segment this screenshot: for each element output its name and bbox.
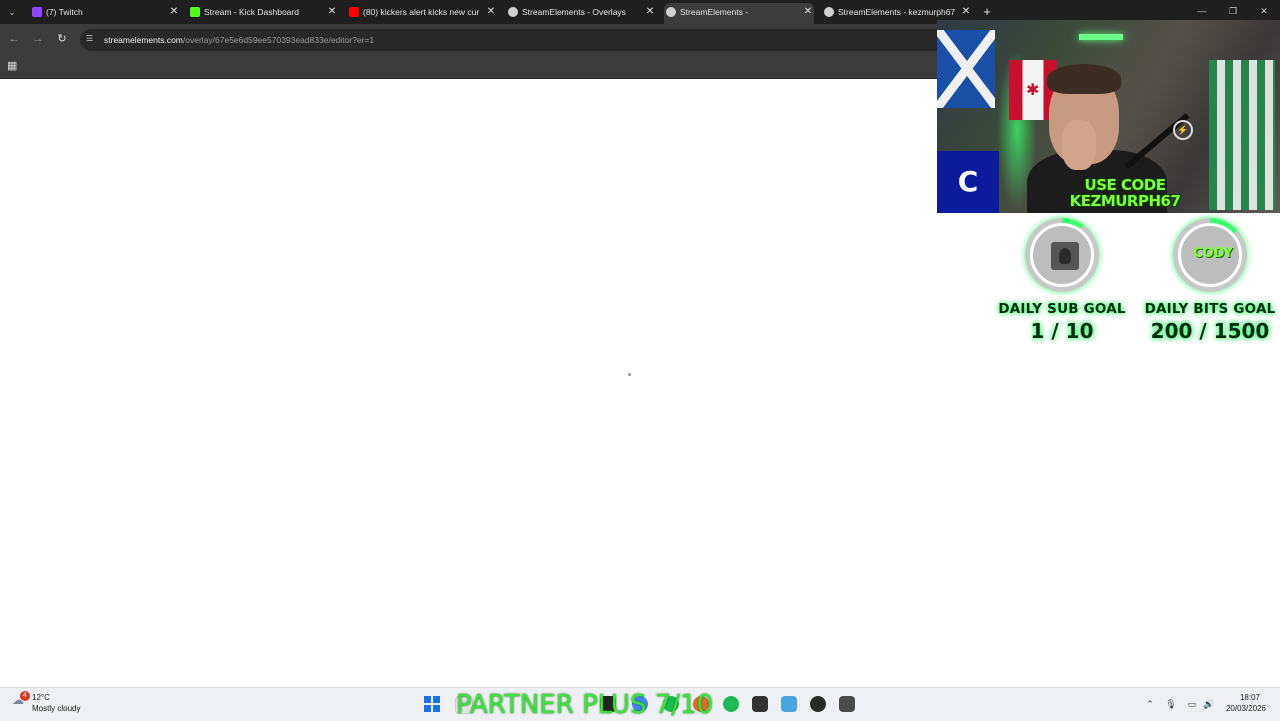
daily-sub-goal-widget: DAILY SUB GOAL 1 / 10 xyxy=(992,218,1132,343)
webcam-feed: ⚡ C USE CODE KEZMURPH67 xyxy=(937,20,1280,213)
weather-temperature[interactable]: 12°C xyxy=(32,693,50,702)
tab-title: (80) kickers alert kicks new cur xyxy=(363,7,480,17)
sub-goal-progress-ring xyxy=(1025,218,1099,292)
streamer-hair xyxy=(1047,64,1121,94)
restore-icon[interactable]: ❐ xyxy=(1226,4,1240,18)
weather-badge: 4 xyxy=(20,691,30,701)
streamer-hand xyxy=(1062,120,1096,170)
tab-streamelements-overlays[interactable]: StreamElements - Overlays ✕ xyxy=(506,3,656,21)
tab-title: Stream - Kick Dashboard xyxy=(204,7,299,17)
tab-close-icon[interactable]: ✕ xyxy=(326,3,338,21)
promo-line-1: USE CODE xyxy=(1084,176,1166,194)
weather-condition[interactable]: Mostly cloudy xyxy=(32,704,80,713)
tab-twitch[interactable]: (7) Twitch ✕ xyxy=(30,3,180,21)
tab-streamelements-active[interactable]: StreamElements - ✕ xyxy=(664,3,814,24)
tab-close-icon[interactable]: ✕ xyxy=(960,3,972,21)
celtic-jersey xyxy=(1209,60,1275,210)
sub-goal-image xyxy=(1030,223,1094,287)
streamelements-favicon-icon xyxy=(666,7,676,17)
youtube-favicon-icon xyxy=(349,7,359,17)
new-tab-plus-icon[interactable]: + xyxy=(981,4,993,20)
tab-close-icon[interactable]: ✕ xyxy=(168,3,180,21)
scotland-flag xyxy=(937,30,995,108)
bits-goal-logo: CODY xyxy=(1193,246,1233,261)
kick-favicon-icon xyxy=(190,7,200,17)
bits-goal-image: CODY xyxy=(1178,223,1242,287)
tab-title: StreamElements - Overlays xyxy=(522,7,626,17)
daily-bits-goal-widget: CODY DAILY BITS GOAL 200 / 1500 xyxy=(1140,218,1280,343)
windows-start-icon[interactable] xyxy=(424,696,440,712)
promo-line-2: KEZMURPH67 xyxy=(1069,192,1181,210)
promo-code-text: USE CODE KEZMURPH67 xyxy=(1063,177,1187,209)
tab-close-icon[interactable]: ✕ xyxy=(802,3,814,21)
tab-search-chevron-icon[interactable]: ⌄ xyxy=(6,6,18,18)
twitch-favicon-icon xyxy=(32,7,42,17)
windows-taskbar: ☁ 4 12°C Mostly cloudy PARTNER PLUS 7/10… xyxy=(0,687,1280,721)
tab-title: StreamElements - kezmurph67 xyxy=(838,7,956,17)
close-window-icon[interactable]: ✕ xyxy=(1257,4,1271,18)
tab-streamelements-kezmurph67[interactable]: StreamElements - kezmurph67 ✕ xyxy=(822,3,972,21)
network-icon[interactable]: ▭ xyxy=(1186,697,1198,711)
tab-youtube[interactable]: (80) kickers alert kicks new cur ✕ xyxy=(347,3,497,21)
tab-kick-dashboard[interactable]: Stream - Kick Dashboard ✕ xyxy=(188,3,338,21)
clock-time[interactable]: 18:07 xyxy=(1220,693,1260,702)
url-path: /overlay/67e5e6d59ee570393ead833e/editor… xyxy=(182,35,375,45)
lightning-icon: ⚡ xyxy=(1173,120,1193,140)
neon-sign xyxy=(1079,34,1123,40)
site-info-icon[interactable]: ☰ xyxy=(86,34,96,44)
microphone-icon[interactable]: 🎙 xyxy=(1165,697,1177,711)
chevron-up-icon[interactable]: ⌃ xyxy=(1144,697,1156,711)
tab-title: (7) Twitch xyxy=(46,7,83,17)
app-icon[interactable] xyxy=(839,696,855,712)
forward-arrow-icon[interactable]: → xyxy=(31,32,45,46)
url-text[interactable]: streamelements.com/overlay/67e5e6d59ee57… xyxy=(104,29,374,51)
bits-goal-count: 200 / 1500 xyxy=(1150,319,1270,343)
channel-badge: C xyxy=(937,151,999,213)
clock-date[interactable]: 20/03/2026 xyxy=(1220,704,1266,713)
sub-goal-count: 1 / 10 xyxy=(1030,319,1094,343)
tab-close-icon[interactable]: ✕ xyxy=(644,3,656,21)
minimize-icon[interactable]: — xyxy=(1195,4,1209,18)
back-arrow-icon[interactable]: ← xyxy=(7,32,21,46)
loading-spinner-icon xyxy=(628,373,631,376)
streamer-thumbnail xyxy=(1051,242,1079,270)
partner-plus-banner: PARTNER PLUS 7/10 xyxy=(456,690,714,720)
streamlabs-app-icon[interactable] xyxy=(810,696,826,712)
bits-goal-progress-ring: CODY xyxy=(1173,218,1247,292)
url-host: streamelements.com xyxy=(104,35,183,45)
sub-goal-label: DAILY SUB GOAL xyxy=(998,301,1126,317)
apps-grid-icon[interactable]: ▦ xyxy=(7,60,19,72)
reload-icon[interactable]: ↻ xyxy=(55,32,69,46)
tab-close-icon[interactable]: ✕ xyxy=(485,3,497,21)
bits-goal-label: DAILY BITS GOAL xyxy=(1144,301,1276,317)
tab-title: StreamElements - xyxy=(680,7,749,17)
volume-icon[interactable]: 🔊 xyxy=(1203,697,1215,711)
streamelements-favicon-icon xyxy=(824,7,834,17)
streamelements-favicon-icon xyxy=(508,7,518,17)
